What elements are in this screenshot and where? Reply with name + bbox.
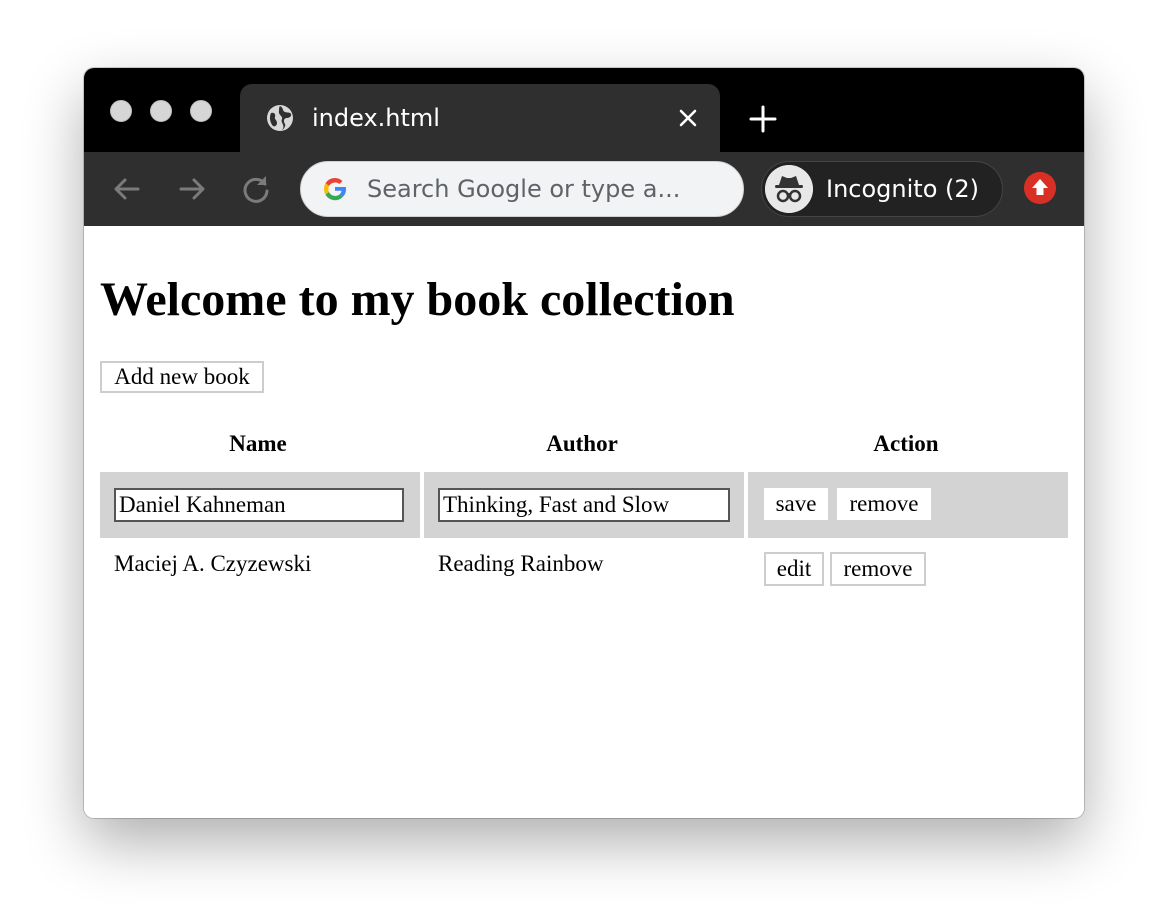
column-header-action: Action <box>873 431 939 456</box>
column-header-author: Author <box>546 431 618 456</box>
globe-icon <box>267 105 293 131</box>
browser-tab[interactable]: index.html <box>240 84 720 152</box>
window-close-button[interactable] <box>110 100 132 122</box>
row-name: Maciej A. Czyzewski <box>114 551 312 576</box>
edit-author-input[interactable] <box>438 488 730 522</box>
incognito-button[interactable]: Incognito (2) <box>761 161 1003 217</box>
reload-icon[interactable] <box>237 170 275 208</box>
browser-toolbar: Incognito (2) <box>84 152 1084 226</box>
save-button[interactable]: save <box>764 488 828 520</box>
column-header-name: Name <box>229 431 287 456</box>
window-maximize-button[interactable] <box>190 100 212 122</box>
back-arrow-icon[interactable] <box>108 170 146 208</box>
page-title: Welcome to my book collection <box>100 273 735 326</box>
omnibox-input[interactable] <box>367 170 727 208</box>
incognito-label: Incognito (2) <box>826 175 979 203</box>
google-icon <box>323 177 347 201</box>
tab-title: index.html <box>312 104 440 132</box>
omnibox[interactable] <box>300 161 744 217</box>
edit-name-input[interactable] <box>114 488 404 522</box>
edit-button[interactable]: edit <box>764 552 824 586</box>
page-content: Welcome to my book collection Add new bo… <box>84 226 1084 818</box>
row-author: Reading Rainbow <box>438 551 604 576</box>
new-tab-plus-icon[interactable] <box>746 102 780 136</box>
add-new-book-button[interactable]: Add new book <box>100 361 264 393</box>
remove-button[interactable]: remove <box>837 488 931 520</box>
remove-button[interactable]: remove <box>830 552 926 586</box>
update-arrow-icon[interactable] <box>1024 172 1056 204</box>
browser-window: index.html Search Google or type a... In… <box>84 68 1084 818</box>
window-minimize-button[interactable] <box>150 100 172 122</box>
forward-arrow-icon[interactable] <box>173 170 211 208</box>
incognito-icon <box>765 165 813 213</box>
tab-strip: index.html <box>84 68 1084 152</box>
close-icon[interactable] <box>674 104 702 132</box>
